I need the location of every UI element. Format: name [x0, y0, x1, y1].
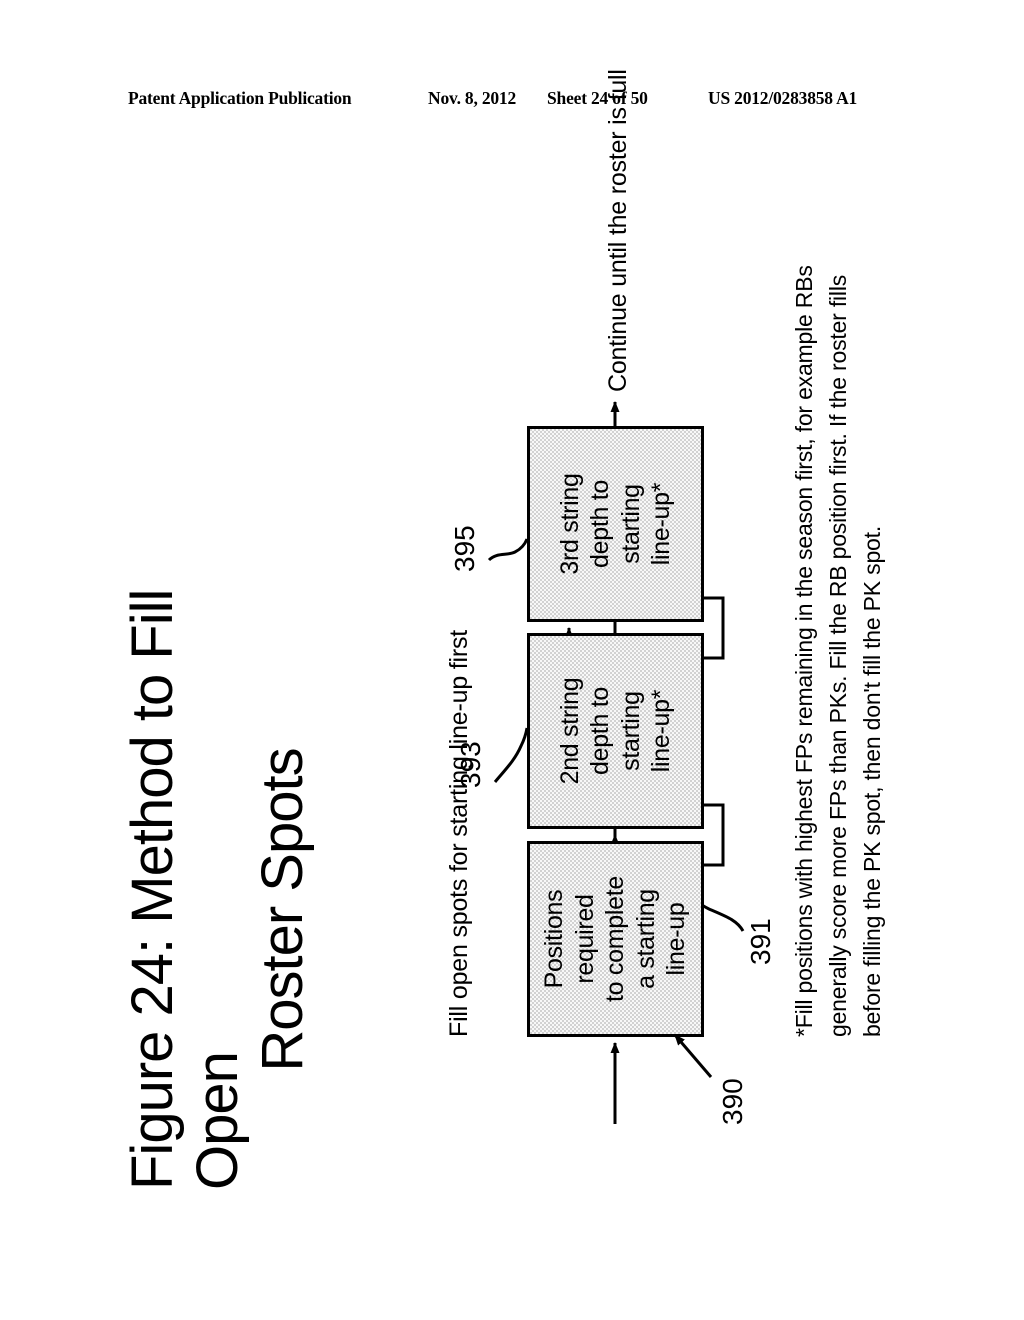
box-395-line-3: starting: [616, 484, 645, 564]
footnote-line-2: generally score more FPs than PKs. Fill …: [825, 274, 852, 1037]
process-box-3rd-string-depth[interactable]: 3rd string depth to starting line-up*: [527, 426, 704, 622]
box-393-line-2: depth to: [586, 687, 614, 775]
figure-footnote: *Fill positions with highest FPs remaini…: [787, 107, 889, 1037]
figure-title: Figure 24: Method to Fill Open Roster Sp…: [120, 490, 316, 1190]
reference-numeral-391: 391: [745, 918, 776, 965]
box-393-line-4: line-up*: [647, 689, 675, 773]
entry-note: Fill open spots for starting line-up fir…: [445, 629, 473, 1037]
box-391-line-2: required: [570, 894, 599, 984]
footnote-line-3: before filling the PK spot, then don't f…: [859, 525, 886, 1037]
figure-title-line-2: Roster Spots: [249, 748, 315, 1072]
figure-canvas: Figure 24: Method to Fill Open Roster Sp…: [97, 69, 927, 1220]
box-391-line-5: line-up: [662, 902, 691, 976]
box-393-line-3: starting: [616, 691, 645, 771]
exit-note: Continue until the roster is full: [604, 69, 632, 392]
process-box-391-text: Positions required to complete a startin…: [530, 844, 701, 1034]
footnote-line-1: *Fill positions with highest FPs remaini…: [791, 265, 817, 1037]
box-395-line-4: line-up*: [647, 482, 675, 566]
box-391-line-1: Positions: [540, 889, 569, 989]
leader-390: [673, 1034, 713, 1078]
process-box-positions-required[interactable]: Positions required to complete a startin…: [527, 841, 704, 1037]
process-box-2nd-string-depth[interactable]: 2nd string depth to starting line-up*: [527, 633, 704, 829]
figure-title-line-1: Figure 24: Method to Fill Open: [120, 589, 250, 1190]
box-395-line-1: 3rd string: [555, 473, 584, 575]
reference-numeral-395: 395: [449, 525, 480, 572]
process-box-393-text: 2nd string depth to starting line-up*: [530, 636, 701, 826]
leader-395: [487, 538, 529, 562]
box-391-line-3: to complete: [601, 876, 630, 1002]
reference-numeral-390: 390: [717, 1078, 748, 1125]
process-box-395-text: 3rd string depth to starting line-up*: [530, 429, 701, 619]
reference-numeral-393: 393: [455, 741, 486, 788]
box-391-line-4: a starting: [631, 889, 660, 989]
box-393-line-1: 2nd string: [555, 677, 584, 785]
box-395-line-2: depth to: [586, 480, 614, 568]
leader-393: [493, 727, 529, 783]
